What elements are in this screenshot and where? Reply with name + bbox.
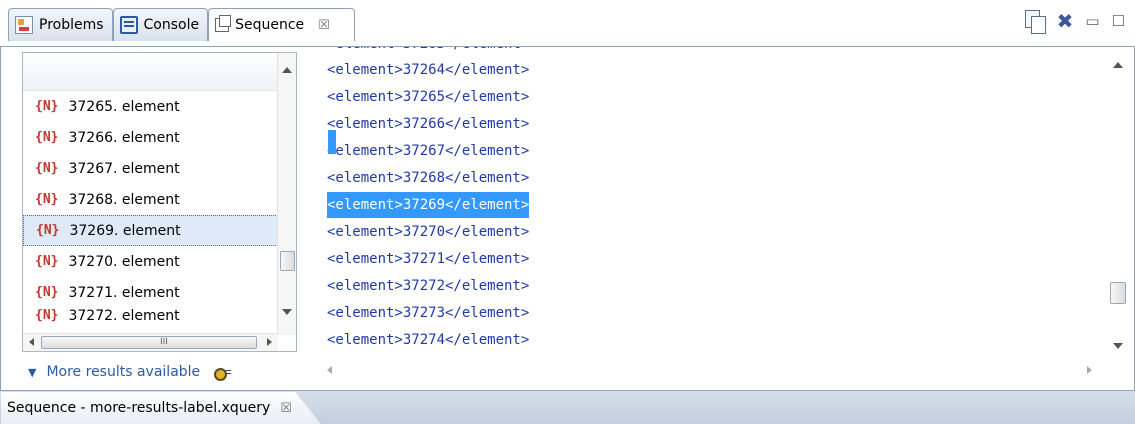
xml-line: <element>37274</element>	[327, 332, 530, 348]
close-tab-icon[interactable]: ☒	[318, 18, 330, 33]
node-type-icon: {N}	[35, 192, 59, 207]
list-item-label: 37271. element	[68, 284, 180, 301]
window-frame	[0, 0, 1, 424]
tab-console[interactable]: Console	[112, 8, 209, 41]
scroll-right-icon[interactable]	[1087, 366, 1092, 374]
xml-line: <element>37272</element>	[327, 278, 530, 294]
xml-line: <element>37264</element>	[327, 62, 530, 78]
list-item[interactable]: {N} 37272. element	[23, 308, 296, 322]
scroll-right-icon[interactable]	[267, 338, 272, 346]
node-type-icon: {N}	[35, 130, 59, 145]
horizontal-scrollbar[interactable]	[305, 361, 1108, 379]
console-icon	[119, 16, 138, 34]
more-results-label[interactable]: More results available	[46, 364, 200, 380]
tab-label: Sequence - more-results-label.xquery	[7, 400, 271, 416]
sequence-icon	[215, 15, 232, 32]
scroll-thumb[interactable]	[1110, 282, 1126, 304]
list-header	[23, 53, 296, 91]
remove-icon[interactable]: ✖	[1057, 11, 1074, 31]
scroll-down-icon[interactable]	[1113, 343, 1123, 349]
node-type-icon: {N}	[35, 285, 59, 300]
tab-problems[interactable]: Problems	[8, 8, 113, 41]
scroll-left-icon[interactable]	[327, 366, 332, 374]
more-results-link[interactable]: ▼ More results available	[28, 361, 232, 383]
list-item[interactable]: {N} 37266. element	[23, 122, 296, 153]
scroll-up-icon[interactable]	[1113, 62, 1123, 68]
list-item[interactable]: {N} 37265. element	[23, 91, 296, 122]
xml-line: <element>37270</element>	[327, 224, 530, 240]
tab-sequence-editor[interactable]: Sequence - more-results-label.xquery ☒	[1, 392, 321, 424]
list-item[interactable]: {N} 37269. element	[23, 215, 296, 246]
xml-text-view[interactable]: <element>37263</element> <element>37264<…	[305, 47, 1128, 379]
scroll-down-icon[interactable]	[282, 309, 292, 315]
problems-icon	[15, 16, 33, 34]
scroll-thumb[interactable]	[280, 251, 295, 271]
xml-line: <element>37268</element>	[327, 170, 530, 186]
xml-line: <element>37265</element>	[327, 89, 530, 105]
list-item[interactable]: {N} 37271. element	[23, 277, 296, 308]
list-item[interactable]: {N} 37268. element	[23, 184, 296, 215]
list-item-label: 37265. element	[68, 98, 180, 115]
node-type-icon: {N}	[35, 99, 59, 114]
copy-icon[interactable]	[1024, 10, 1046, 34]
results-items: {N} 37265. element {N} 37266. element {N} 372…	[23, 91, 296, 322]
minimize-icon[interactable]: ▭	[1085, 12, 1099, 30]
tab-label: Sequence	[235, 17, 305, 33]
expand-arrow-icon: ▼	[28, 365, 37, 379]
vertical-scrollbar[interactable]	[1108, 47, 1128, 361]
horizontal-scrollbar[interactable]: III	[23, 333, 278, 351]
list-item-label: 37269. element	[69, 222, 181, 239]
xml-line: <element>37267</element>	[327, 143, 530, 159]
tab-label: Console	[143, 17, 200, 33]
list-item-label: 37268. element	[68, 191, 180, 208]
list-item[interactable]: {N} 37270. element	[23, 246, 296, 277]
vertical-scrollbar[interactable]	[277, 53, 296, 335]
view-toolbar: ✖ ▭ ☐	[1024, 10, 1125, 34]
node-type-icon: {N}	[35, 254, 59, 269]
scroll-grip: III	[160, 337, 168, 347]
view-tab-bar: Problems Console Sequence ☒ ✖ ▭ ☐	[0, 0, 1135, 46]
node-type-icon: {N}	[35, 308, 59, 322]
node-type-icon: {N}	[35, 161, 59, 176]
maximize-icon[interactable]: ☐	[1112, 12, 1125, 30]
node-type-icon: {N}	[36, 223, 60, 238]
xml-line: <element>37271</element>	[327, 251, 530, 267]
scroll-left-icon[interactable]	[29, 338, 34, 346]
tab-sequence[interactable]: Sequence ☒	[208, 8, 355, 41]
text-caret	[328, 130, 336, 154]
list-item-label: 37270. element	[68, 253, 180, 270]
list-item-label: 37266. element	[68, 129, 180, 146]
tab-label: Problems	[39, 17, 104, 33]
list-item-label: 37272. element	[68, 308, 180, 322]
settings-gear-icon[interactable]	[214, 365, 232, 381]
xml-line: <element>37273</element>	[327, 305, 530, 321]
editor-tab-bar: Sequence - more-results-label.xquery ☒	[0, 390, 1135, 424]
xml-line-partial: <element>37263</element>	[327, 47, 529, 57]
list-item[interactable]: {N} 37267. element	[23, 153, 296, 184]
tab-strip: Problems Console Sequence ☒	[8, 8, 355, 41]
xml-line: <element>37266</element>	[327, 116, 530, 132]
results-list[interactable]: {N} 37265. element {N} 37266. element {N} 372…	[22, 52, 297, 352]
list-item-label: 37267. element	[68, 160, 180, 177]
close-tab-icon[interactable]: ☒	[280, 401, 292, 416]
scroll-thumb[interactable]: III	[41, 336, 257, 349]
xml-line: <element>37269</element>	[327, 192, 530, 218]
scroll-up-icon[interactable]	[282, 67, 292, 73]
